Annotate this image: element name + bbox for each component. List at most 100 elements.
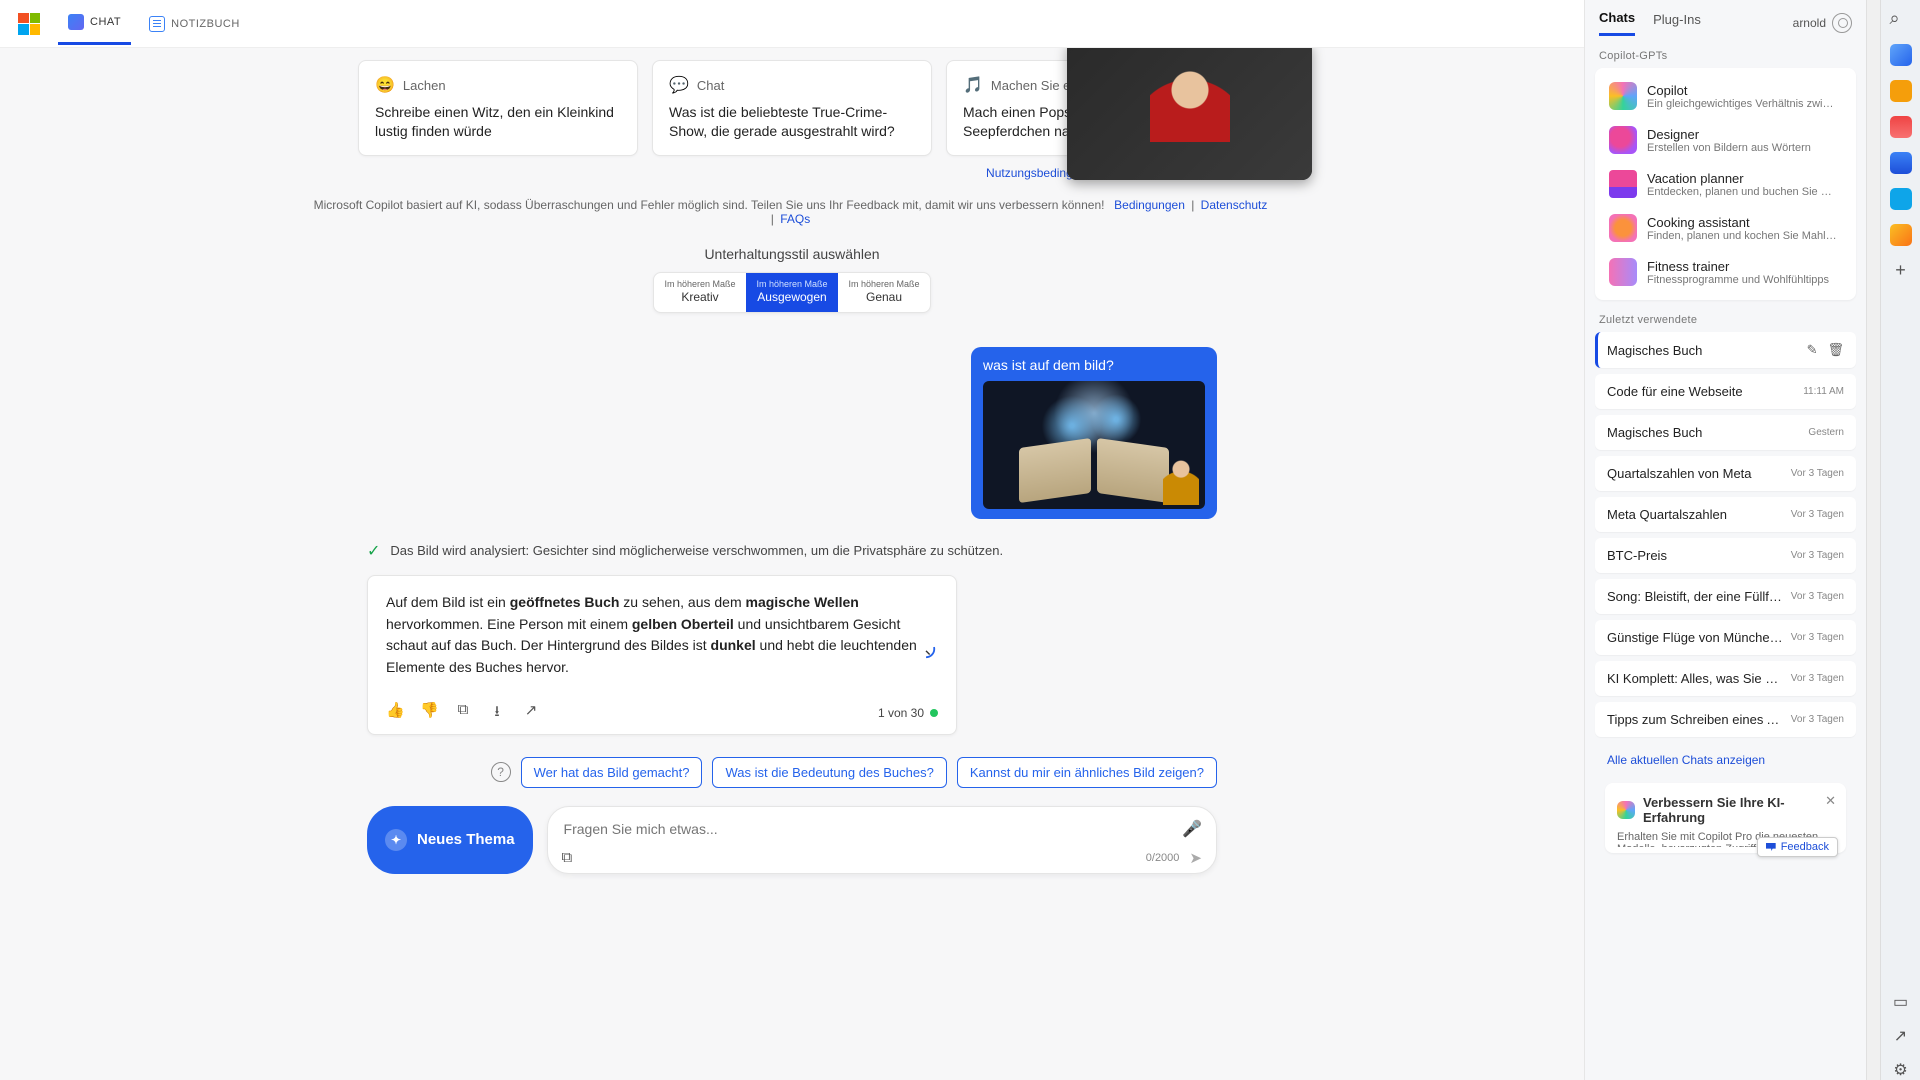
followup-button[interactable]: Wer hat das Bild gemacht? (521, 757, 703, 788)
scrollbar[interactable] (1866, 0, 1880, 1080)
external-icon[interactable]: ↗ (1890, 1026, 1912, 1046)
followup-button[interactable]: Kannst du mir ein ähnliches Bild zeigen? (957, 757, 1217, 788)
notebook-icon (149, 16, 165, 32)
recent-chat-item[interactable]: Günstige Flüge von München nach FraVor 3… (1595, 620, 1856, 655)
designer-icon (1609, 126, 1637, 154)
right-panel: Chats Plug-Ins arnold Copilot-GPTs Copil… (1584, 0, 1866, 1080)
promo-card: Verbessern Sie Ihre KI-Erfahrung ✕ Erhal… (1605, 783, 1846, 853)
recent-chat-item[interactable]: BTC-PreisVor 3 Tagen (1595, 538, 1856, 573)
disclaimer: Microsoft Copilot basiert auf KI, sodass… (312, 198, 1272, 226)
webcam-overlay (1067, 48, 1312, 180)
followup-button[interactable]: Was ist die Bedeutung des Buches? (712, 757, 946, 788)
sidebar-app-icon[interactable] (1890, 152, 1912, 174)
suggestion-card[interactable]: 😄Lachen Schreibe einen Witz, den ein Kle… (358, 60, 638, 156)
gpt-item-copilot[interactable]: CopilotEin gleichgewichtiges Verhältnis … (1599, 74, 1852, 118)
suggestion-card[interactable]: 💬Chat Was ist die beliebteste True-Crime… (652, 60, 932, 156)
recent-heading: Zuletzt verwendete (1585, 300, 1866, 332)
recent-chat-item[interactable]: Code für eine Webseite11:11 AM (1595, 374, 1856, 409)
chat-area: was ist auf dem bild? ✓ Das Bild wird an… (367, 347, 1217, 894)
main-scroll[interactable]: 😄Lachen Schreibe einen Witz, den ein Kle… (0, 48, 1584, 1080)
gpt-item-cooking[interactable]: Cooking assistantFinden, planen und koch… (1599, 206, 1852, 250)
dumbbell-icon (1609, 258, 1637, 286)
phone-icon[interactable]: ▭ (1890, 992, 1912, 1012)
suggestion-label: Lachen (403, 78, 446, 93)
search-icon[interactable] (1890, 8, 1912, 30)
chat-icon (68, 14, 84, 30)
analysis-text: Das Bild wird analysiert: Gesichter sind… (390, 543, 1003, 558)
composer: 🎤 ⧉ 0/2000 ➤ (547, 806, 1217, 874)
recent-chat-item[interactable]: Meta QuartalszahlenVor 3 Tagen (1595, 497, 1856, 532)
help-icon[interactable]: ? (491, 762, 511, 782)
user-menu[interactable]: arnold (1793, 13, 1852, 33)
feedback-button[interactable]: Feedback (1757, 837, 1838, 857)
copilot-icon (1617, 801, 1635, 819)
analysis-notice: ✓ Das Bild wird analysiert: Gesichter si… (367, 541, 1217, 561)
sidebar-app-icon[interactable] (1890, 116, 1912, 138)
char-counter: 0/2000 (1146, 852, 1180, 864)
prompt-input[interactable] (562, 817, 1183, 841)
copy-icon[interactable]: ⧉ (454, 701, 472, 726)
user-message: was ist auf dem bild? (971, 347, 1217, 519)
gpt-item-fitness[interactable]: Fitness trainerFitnessprogramme und Wohl… (1599, 250, 1852, 294)
thumbs-up-icon[interactable]: 👍 (386, 701, 404, 726)
tab-notebook[interactable]: NOTIZBUCH (139, 4, 250, 44)
music-icon: 🎵 (963, 75, 983, 95)
all-chats-link[interactable]: Alle aktuellen Chats anzeigen (1595, 743, 1856, 777)
conditions-link[interactable]: Bedingungen (1114, 198, 1185, 212)
close-icon[interactable]: ✕ (1825, 793, 1836, 809)
tab-plugins[interactable]: Plug-Ins (1653, 12, 1701, 35)
header: CHAT NOTIZBUCH (0, 0, 1584, 48)
turn-counter: 1 von 30 (878, 706, 938, 720)
gpt-item-designer[interactable]: DesignerErstellen von Bildern aus Wörter… (1599, 118, 1852, 162)
faqs-link[interactable]: FAQs (780, 212, 810, 226)
sidebar-app-icon[interactable] (1890, 224, 1912, 246)
recent-chat-item[interactable]: Song: Bleistift, der eine Füllfeder sein… (1595, 579, 1856, 614)
tab-notebook-label: NOTIZBUCH (171, 18, 240, 30)
disclaimer-text: Microsoft Copilot basiert auf KI, sodass… (314, 198, 1105, 212)
edit-icon[interactable]: ✎ (1807, 342, 1818, 358)
add-icon[interactable]: + (1890, 260, 1912, 281)
edge-sidebar: + ▭ ↗ ⚙ (1880, 0, 1920, 1080)
user-attached-image[interactable] (983, 381, 1205, 509)
avatar-icon (1832, 13, 1852, 33)
download-icon[interactable]: ⭳ (488, 701, 506, 726)
style-precise[interactable]: Im höheren MaßeGenau (838, 273, 930, 312)
recent-list[interactable]: Magisches Buch ✎🗑 Code für eine Webseite… (1585, 332, 1866, 1080)
microphone-icon[interactable]: 🎤 (1182, 819, 1202, 839)
recent-chat-item[interactable]: Magisches BuchGestern (1595, 415, 1856, 450)
camera-icon[interactable]: ⧉ (562, 849, 573, 866)
promo-title: Verbessern Sie Ihre KI-Erfahrung (1643, 795, 1834, 825)
laugh-icon: 😄 (375, 75, 395, 95)
new-topic-button[interactable]: ✦ Neues Thema (367, 806, 533, 874)
settings-icon[interactable]: ⚙ (1890, 1060, 1912, 1080)
loading-cursor-icon (915, 638, 937, 660)
style-title: Unterhaltungsstil auswählen (704, 246, 879, 262)
suggestion-row: 😄Lachen Schreibe einen Witz, den ein Kle… (312, 60, 1272, 156)
composer-row: ✦ Neues Thema 🎤 ⧉ 0/2000 ➤ (367, 806, 1217, 874)
ai-response: Auf dem Bild ist ein geöffnetes Buch zu … (367, 575, 957, 735)
gpt-item-vacation[interactable]: Vacation plannerEntdecken, planen und bu… (1599, 162, 1852, 206)
suggestion-body: Was ist die beliebteste True-Crime-Show,… (669, 103, 915, 141)
sidebar-app-icon[interactable] (1890, 188, 1912, 210)
tab-chat[interactable]: CHAT (58, 2, 131, 45)
check-icon: ✓ (367, 541, 380, 561)
status-dot-icon (930, 709, 938, 717)
style-creative[interactable]: Im höheren MaßeKreativ (654, 273, 746, 312)
trash-icon[interactable]: 🗑 (1827, 342, 1844, 358)
recent-chat-item[interactable]: KI Komplett: Alles, was Sie über LLMs uV… (1595, 661, 1856, 696)
donut-icon (1609, 214, 1637, 242)
send-icon[interactable]: ➤ (1189, 849, 1202, 867)
sidebar-app-icon[interactable] (1890, 44, 1912, 66)
gpts-heading: Copilot-GPTs (1585, 36, 1866, 68)
tab-chats[interactable]: Chats (1599, 10, 1635, 36)
style-balanced[interactable]: Im höheren MaßeAusgewogen (746, 273, 838, 312)
sidebar-app-icon[interactable] (1890, 80, 1912, 102)
privacy-link[interactable]: Datenschutz (1201, 198, 1268, 212)
style-selector: Im höheren MaßeKreativ Im höheren MaßeAu… (653, 272, 931, 313)
recent-chat-item[interactable]: Tipps zum Schreiben eines Artikels übeVo… (1595, 702, 1856, 737)
share-icon[interactable]: ↗ (522, 701, 540, 726)
user-question: was ist auf dem bild? (983, 357, 1205, 373)
recent-chat-item[interactable]: Magisches Buch ✎🗑 (1595, 332, 1856, 368)
recent-chat-item[interactable]: Quartalszahlen von MetaVor 3 Tagen (1595, 456, 1856, 491)
thumbs-down-icon[interactable]: 👎 (420, 701, 438, 726)
